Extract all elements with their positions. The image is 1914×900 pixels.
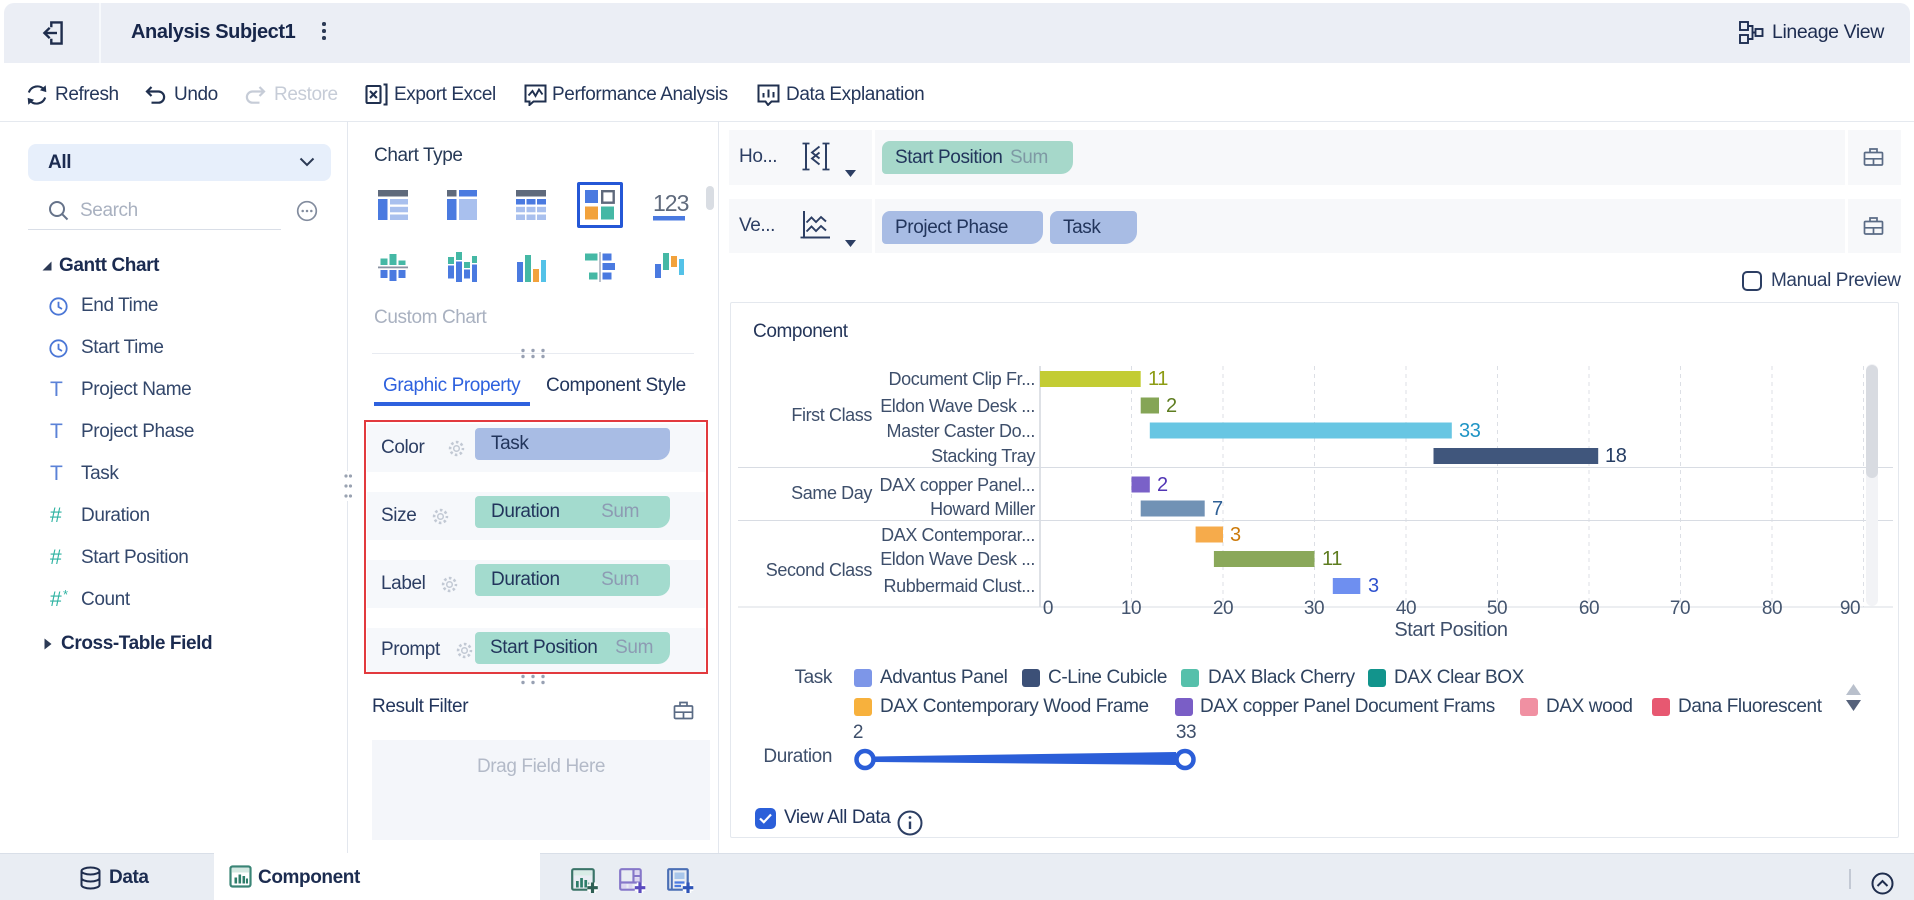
svg-text:123: 123 [653,190,689,216]
